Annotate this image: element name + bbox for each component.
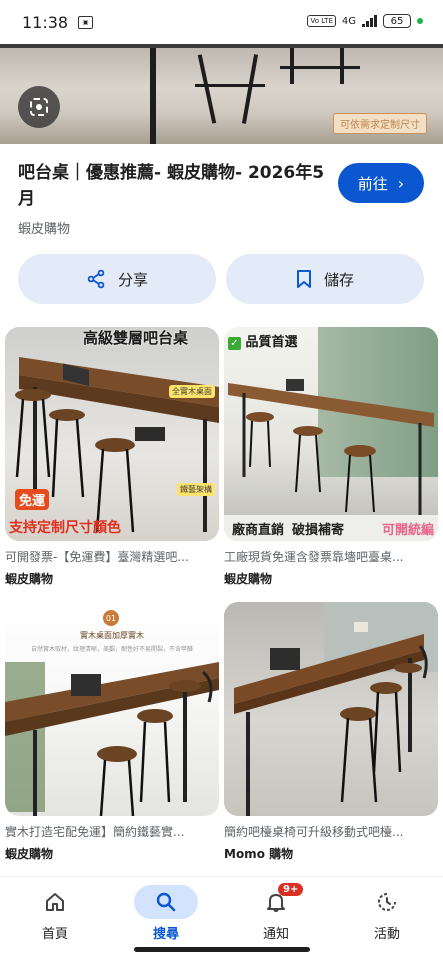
battery-icon: 65 [383,14,411,28]
thumbnail-banner-text: 高級雙層吧台桌 [83,329,189,347]
thumbnail-foot-text: 可開統編 [381,522,434,538]
privacy-indicator-icon [417,18,423,24]
status-bar: 11:38 ▣ Vo LTE 4G 65 [0,0,443,44]
result-caption: 實木打造宅配免運】簡約鐵藝實... [5,825,185,839]
bar-table-illustration [228,379,434,515]
search-icon [134,885,198,919]
result-source: 蝦皮購物 [224,572,273,586]
status-time: 11:38 [22,12,69,32]
nav-label: 首頁 [41,927,68,942]
bar-table-illustration [5,662,219,816]
result-thumbnail[interactable]: ✓ 品質首選 廠商直銷 破損補寄 可開統編 [224,327,438,541]
result-caption: 簡約吧檯桌椅可升級移動式吧檯... [224,825,404,839]
notification-badge: 9+ [278,883,304,896]
network-type: 4G [341,15,356,27]
thumbnail-tag: 全實木桌面 [169,385,215,398]
gesture-navigation-bar[interactable] [134,947,310,952]
result-title[interactable]: 吧台桌｜優惠推薦- 蝦皮購物- 2026年5月 [18,160,328,212]
result-thumbnail[interactable]: 高級雙層吧台桌 全實木桌面 鐵藝架構 免運 支持定制尺寸顏色 [5,327,219,541]
related-result-card[interactable]: 01 實木桌面加厚實木 自然實木取材，紋理清晰，美觀，韌性好不易開裂，不含甲醛 … [5,602,219,862]
volte-icon: Vo LTE [307,15,336,27]
related-result-card[interactable]: 簡約吧檯桌椅可升級移動式吧檯... Momo 購物 [224,602,438,862]
thumbnail-tag: 鐵藝架構 [177,483,215,496]
thumbnail-promo-text: 支持定制尺寸顏色 [9,520,121,536]
save-label: 儲存 [323,270,354,289]
result-caption: 可開發票-【免運費】臺灣精選吧... [5,550,189,564]
lens-icon [30,98,48,116]
hero-image[interactable]: 可依需求定制尺寸 [0,44,443,144]
result-source: 蝦皮購物 [5,847,54,861]
result-source: 蝦皮購物 [5,572,54,586]
share-button[interactable]: 分享 [18,254,216,304]
nav-label: 通知 [262,927,289,942]
nav-label: 搜尋 [152,927,179,942]
nav-label: 活動 [373,927,400,942]
thumbnail-free-shipping: 免運 [15,489,50,510]
battery-level: 65 [390,15,404,27]
result-info: 吧台桌｜優惠推薦- 蝦皮購物- 2026年5月 蝦皮購物 [18,160,328,237]
nav-home[interactable]: 首頁 [15,885,95,942]
thumbnail-foot-text: 廠商直銷 [232,522,285,538]
related-result-card[interactable]: 高級雙層吧台桌 全實木桌面 鐵藝架構 免運 支持定制尺寸顏色 可開發票-【免運費… [5,327,219,587]
thumbnail-quality-label: ✓ 品質首選 [228,331,298,350]
save-button[interactable]: 儲存 [226,254,424,304]
result-thumbnail[interactable] [224,602,438,816]
hero-badge: 可依需求定制尺寸 [333,113,427,134]
nav-search[interactable]: 搜尋 [126,885,206,942]
signal-icon [362,15,377,27]
result-caption: 工廠現貨免運含發票靠墻吧臺桌... [224,550,404,564]
lens-search-button[interactable] [18,86,60,128]
bar-table-illustration [234,602,438,816]
nav-activity[interactable]: 活動 [347,885,427,942]
bell-icon: 9+ [244,883,308,919]
share-icon [87,269,105,289]
related-result-card[interactable]: ✓ 品質首選 廠商直銷 破損補寄 可開統編 工廠現貨免運含發票靠墻吧臺桌... … [224,327,438,587]
visit-label: 前往 [357,174,388,193]
thumbnail-footer-strip: 廠商直銷 破損補寄 可開統編 [224,515,438,541]
result-source: Momo 購物 [224,847,294,861]
visit-button[interactable]: 前往 › [338,163,424,203]
status-right-group: Vo LTE 4G 65 [307,14,423,28]
bookmark-icon [296,270,311,288]
nav-notifications[interactable]: 9+ 通知 [236,883,316,942]
thumbnail-foot-text: 破損補寄 [292,522,345,538]
share-label: 分享 [117,270,148,289]
home-icon [23,885,87,919]
screenshot-notification-icon: ▣ [78,15,94,29]
result-thumbnail[interactable]: 01 實木桌面加厚實木 自然實木取材，紋理清晰，美觀，韌性好不易開裂，不含甲醛 [5,602,219,816]
activity-icon [355,885,419,919]
result-source: 蝦皮購物 [18,222,71,237]
chevron-right-icon: › [397,173,405,193]
